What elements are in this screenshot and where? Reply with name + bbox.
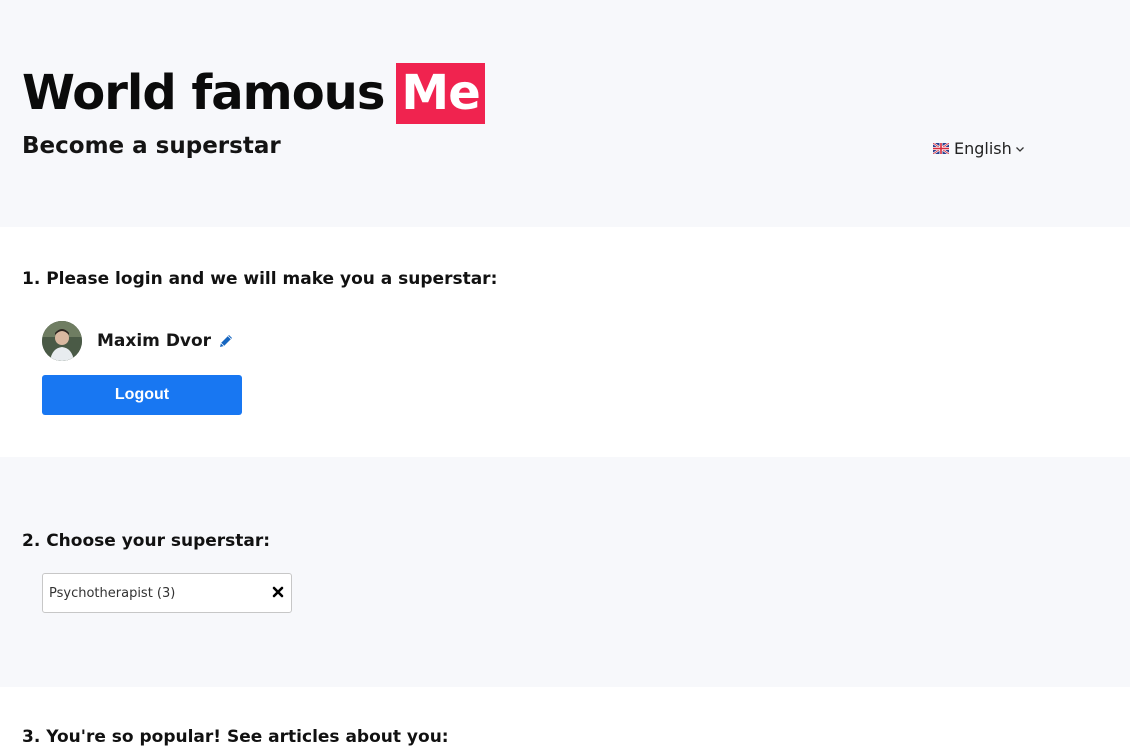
chevron-down-icon [1015, 146, 1024, 152]
user-profile: Maxim Dvor [42, 321, 234, 361]
articles-heading: 3. You're so popular! See articles about… [22, 727, 449, 747]
articles-section: 3. You're so popular! See articles about… [0, 687, 1130, 755]
close-icon[interactable] [272, 586, 284, 598]
site-title-highlight: Me [396, 62, 485, 124]
pencil-icon[interactable] [218, 333, 234, 349]
site-title: World famous Me [22, 62, 485, 124]
logout-button[interactable]: Logout [42, 375, 242, 415]
uk-flag-icon [933, 143, 949, 154]
language-selector[interactable]: English [933, 139, 1025, 158]
site-title-main: World famous [22, 65, 385, 121]
superstar-select[interactable]: Psychotherapist (3) [42, 573, 292, 613]
superstar-select-value: Psychotherapist (3) [49, 585, 176, 601]
login-section: 1. Please login and we will make you a s… [0, 227, 1130, 457]
user-name: Maxim Dvor [97, 331, 212, 351]
avatar [42, 321, 82, 361]
login-heading: 1. Please login and we will make you a s… [22, 269, 498, 289]
page-header: World famous Me Become a superstar Engli… [0, 0, 1130, 227]
choose-heading: 2. Choose your superstar: [22, 531, 271, 551]
site-tagline: Become a superstar [22, 133, 281, 159]
language-label: English [954, 139, 1012, 158]
choose-superstar-section: 2. Choose your superstar: Psychotherapis… [0, 457, 1130, 687]
